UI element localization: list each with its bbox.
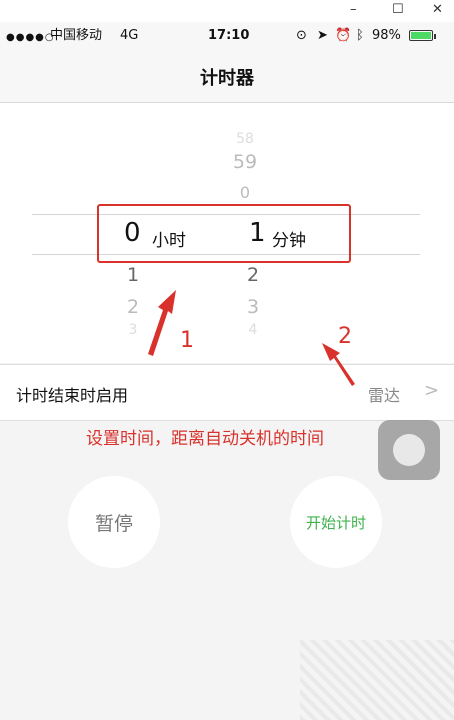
annotation-marker-1: 1 xyxy=(180,328,194,353)
watermark xyxy=(300,640,454,720)
pause-button[interactable]: 暂停 xyxy=(68,476,160,568)
annotation-text: 设置时间，距离自动关机的时间 xyxy=(86,429,324,449)
assistive-touch-button[interactable] xyxy=(378,420,440,480)
annotation-marker-2: 2 xyxy=(338,324,352,349)
annotation-arrows xyxy=(148,290,355,386)
annotation-arrow-2 xyxy=(322,343,355,386)
start-timer-button[interactable]: 开始计时 xyxy=(290,476,382,568)
assistive-touch-icon xyxy=(393,434,425,466)
annotation-arrow-1 xyxy=(148,290,176,356)
